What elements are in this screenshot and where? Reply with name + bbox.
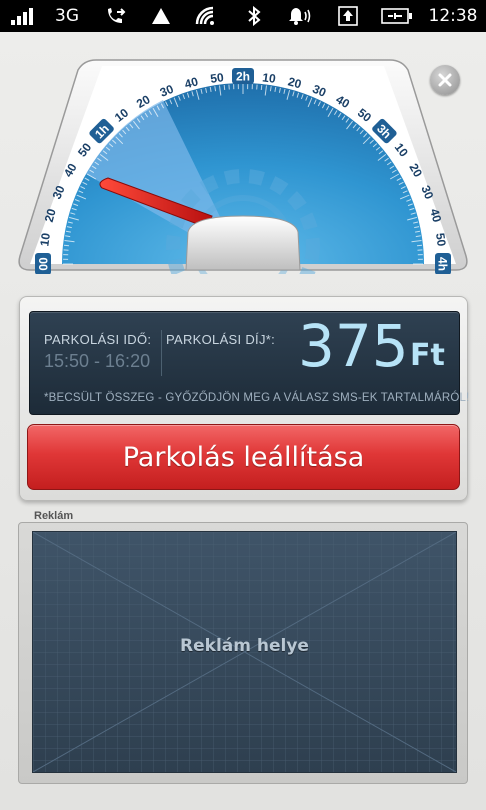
upload-icon [336,0,360,32]
svg-text:2h: 2h [236,70,250,84]
ad-title: Reklám [34,510,74,522]
svg-text:10: 10 [37,232,53,247]
stop-parking-label: Parkolás leállítása [122,441,365,473]
gauge-tick [63,244,70,247]
gauge-hour-label: 00 [35,253,51,274]
svg-text:4h: 4h [436,257,450,271]
parking-fee-amount: 375 [298,312,409,380]
display-divider [161,330,162,376]
gauge-minute-label: 10 [261,70,276,86]
network-type: 3G [55,6,79,26]
roaming-icon [150,0,172,32]
gauge-minute-label: 50 [433,232,449,247]
parking-display: PARKOLÁSI IDŐ: 15:50 - 16:20 PARKOLÁSI D… [29,311,469,415]
parking-time-label: PARKOLÁSI IDŐ: [44,332,152,347]
parking-fee-label: PARKOLÁSI DÍJ*: [166,332,276,347]
ringer-vibrate-icon [286,0,314,32]
status-bar: 3G 12:38 [0,0,486,32]
gauge-hour-label: 4h [435,253,451,274]
signal-strength-icon [10,0,38,32]
parking-time-value: 15:50 - 16:20 [44,351,151,371]
call-forwarding-icon [104,0,128,32]
svg-text:10: 10 [261,70,276,86]
gauge-minute-label: 50 [209,70,224,86]
gauge-hour-label: 2h [232,68,254,84]
parking-fee-currency: Ft [410,338,445,373]
gauge-tick [223,84,226,91]
bluetooth-icon [244,0,264,32]
ad-placeholder-text: Reklám helye [180,636,309,656]
svg-text:00: 00 [37,257,51,271]
svg-text:50: 50 [209,70,224,86]
gauge-hub [185,215,301,271]
clock: 12:38 [428,6,478,26]
parking-time-gauge: 0010203040501h102030 40 50 2h 10 20 3040503h10… [18,59,468,274]
estimate-note: *BECSÜLT ÖSSZEG - GYŐZŐDJÖN MEG A VÁLASZ… [44,392,470,404]
ad-area[interactable]: Reklám helye [32,531,457,773]
gauge-tick [416,244,423,247]
wifi-icon [194,0,218,32]
gauge-tick [260,84,263,91]
svg-text:50: 50 [433,232,449,247]
battery-charging-icon [380,0,414,32]
ad-frame: Reklám helye [18,522,468,784]
parking-info-panel: PARKOLÁSI IDŐ: 15:50 - 16:20 PARKOLÁSI D… [19,296,469,501]
gauge-minute-label: 10 [37,232,53,247]
stop-parking-button[interactable]: Parkolás leállítása [27,424,460,490]
